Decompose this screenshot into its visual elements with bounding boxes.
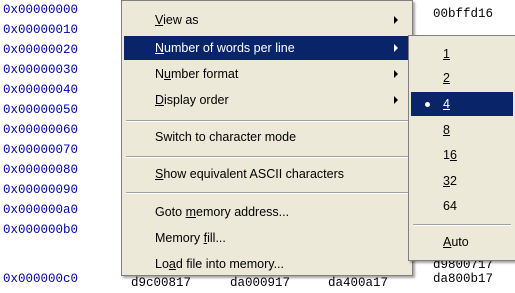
submenu-item-8[interactable]: 8 (411, 118, 513, 142)
menu-item-character-mode[interactable]: Switch to character mode (124, 125, 410, 149)
address-label: 0x000000b0 (3, 223, 79, 237)
address-label: 0x00000010 (3, 23, 79, 37)
menu-item-number-format[interactable]: Number format (124, 62, 410, 86)
menu-separator (413, 224, 511, 226)
address-label: 0x00000080 (3, 163, 79, 177)
memory-word[interactable]: da000917 (230, 276, 290, 291)
submenu-item-4[interactable]: 4 (411, 92, 513, 116)
submenu-arrow-icon (394, 70, 398, 78)
menu-item-goto-address[interactable]: Goto memory address... (124, 200, 410, 224)
address-label: 0x00000040 (3, 83, 79, 97)
context-menu: View as Number of words per line Number … (121, 0, 413, 276)
menu-item-words-per-line[interactable]: Number of words per line (124, 36, 410, 60)
address-label: 0x000000a0 (3, 203, 79, 217)
memory-word[interactable]: 00bffd16 (433, 7, 493, 22)
memory-word[interactable]: da800b17 (433, 272, 493, 287)
address-label: 0x00000050 (3, 103, 79, 117)
selected-bullet-icon (425, 102, 430, 107)
menu-item-load-file[interactable]: Load file into memory... (124, 252, 410, 276)
memory-word[interactable]: d9c00817 (131, 276, 191, 291)
submenu-arrow-icon (394, 44, 398, 52)
address-label: 0x00000070 (3, 143, 79, 157)
menu-separator (126, 192, 408, 194)
menu-item-view-as[interactable]: View as (124, 8, 410, 32)
address-label: 0x000000c0 (3, 272, 79, 286)
address-label: 0x00000030 (3, 63, 79, 77)
memory-word[interactable]: da400a17 (328, 276, 388, 291)
address-label: 0x00000000 (3, 3, 79, 17)
words-per-line-submenu: 1 2 4 8 16 32 64 Auto (408, 35, 515, 261)
submenu-item-32[interactable]: 32 (411, 169, 513, 193)
address-label: 0x00000090 (3, 183, 79, 197)
submenu-arrow-icon (394, 16, 398, 24)
menu-item-memory-fill[interactable]: Memory fill... (124, 226, 410, 250)
menu-item-display-order[interactable]: Display order (124, 88, 410, 112)
submenu-item-auto[interactable]: Auto (411, 230, 513, 254)
menu-item-ascii[interactable]: Show equivalent ASCII characters (124, 162, 410, 186)
submenu-arrow-icon (394, 96, 398, 104)
submenu-item-16[interactable]: 16 (411, 143, 513, 167)
submenu-item-1[interactable]: 1 (411, 42, 513, 66)
menu-separator (126, 120, 408, 122)
address-label: 0x00000060 (3, 123, 79, 137)
submenu-item-64[interactable]: 64 (411, 194, 513, 218)
menu-separator (126, 156, 408, 158)
submenu-item-2[interactable]: 2 (411, 66, 513, 90)
address-label: 0x00000020 (3, 43, 79, 57)
